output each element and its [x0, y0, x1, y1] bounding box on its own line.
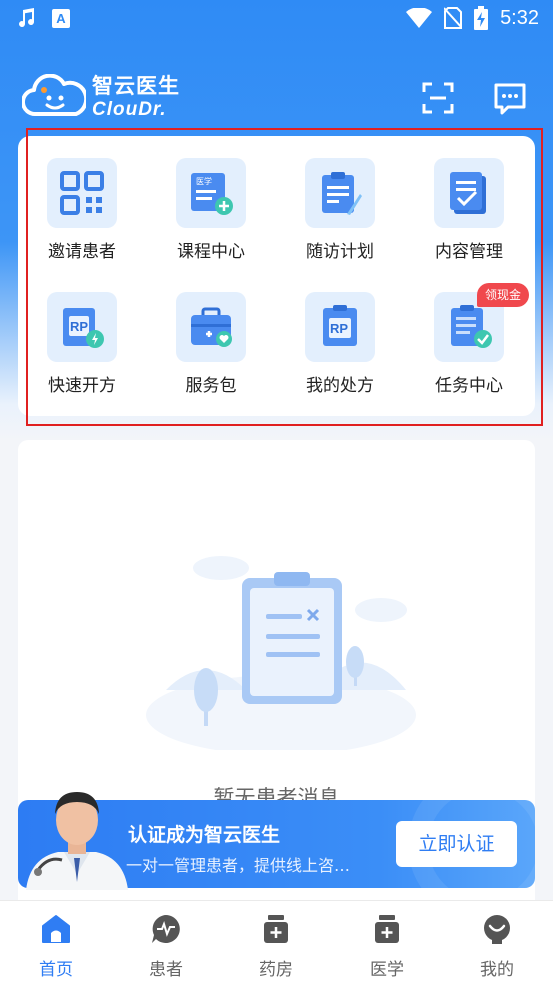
tab-home[interactable]: 首页: [16, 913, 96, 980]
logo-chinese-name: 智云医生: [92, 73, 180, 98]
content-management-item[interactable]: 内容管理: [414, 158, 524, 262]
music-note-icon: [19, 8, 35, 28]
svg-text:RP: RP: [330, 321, 348, 336]
patient-chat-icon: [152, 915, 180, 943]
course-center-item[interactable]: 医学 课程中心: [156, 158, 266, 262]
tab-medical-label: 医学: [370, 960, 404, 980]
my-prescription-item[interactable]: RP 我的处方: [285, 292, 395, 396]
tab-pharmacy[interactable]: 药房: [236, 913, 316, 980]
service-package-item[interactable]: 服务包: [156, 292, 266, 396]
tab-patients-label: 患者: [149, 960, 183, 980]
wifi-icon: [406, 8, 433, 28]
app-logo: 智云医生 ClouDr.: [22, 74, 180, 120]
course-center-label: 课程中心: [177, 242, 245, 262]
task-list-icon: [451, 305, 492, 348]
tab-home-label: 首页: [39, 960, 73, 980]
rx-fast-icon: RP: [63, 308, 104, 348]
tab-profile-label: 我的: [480, 960, 514, 980]
tab-patients[interactable]: 患者: [126, 913, 206, 980]
doctor-avatar: [26, 792, 128, 890]
tab-profile[interactable]: 我的: [457, 913, 537, 980]
profile-icon: [484, 915, 510, 944]
empty-clipboard-illustration: [146, 556, 416, 750]
course-icon-text: 医学: [196, 176, 212, 186]
scan-icon: [422, 82, 454, 114]
logo-english-name: ClouDr.: [92, 98, 167, 120]
battery-charging-icon: [474, 6, 489, 30]
clipboard-pen-icon: [322, 172, 362, 215]
status-bar: A 5:32: [0, 0, 553, 40]
quick-actions-card: 邀请患者 医学 课程中心 随访计划 内容管理 RP 快速开方 服务包 RP 我的…: [18, 136, 535, 416]
service-package-label: 服务包: [185, 376, 237, 396]
rx-icon: RP: [323, 305, 357, 346]
quick-prescribe-item[interactable]: RP 快速开方: [27, 292, 137, 396]
quick-prescribe-label: 快速开方: [48, 376, 116, 396]
task-center-item[interactable]: 任务中心: [414, 292, 524, 396]
app-header: 智云医生 ClouDr.: [0, 70, 553, 130]
medical-kit-tab-icon: [375, 915, 399, 943]
no-sim-icon: [444, 7, 463, 29]
invite-patient-item[interactable]: 邀请患者: [27, 158, 137, 262]
chat-bubble-icon: [494, 83, 526, 115]
course-icon: 医学: [191, 173, 233, 215]
certification-title: 认证成为智云医生: [128, 824, 281, 846]
home-icon: [42, 915, 70, 943]
message-button[interactable]: [492, 80, 528, 116]
cash-reward-badge: 领现金: [477, 283, 530, 307]
app-notification-icon: A: [52, 8, 70, 28]
tab-medical[interactable]: 医学: [347, 913, 427, 980]
scan-button[interactable]: [420, 80, 456, 116]
cloud-logo-icon: [22, 74, 86, 117]
svg-text:RP: RP: [70, 319, 88, 334]
certification-subtitle: 一对一管理患者，提供线上咨…: [126, 856, 351, 875]
status-time: 5:32: [500, 6, 539, 29]
follow-up-plan-item[interactable]: 随访计划: [285, 158, 395, 262]
tab-pharmacy-label: 药房: [259, 960, 293, 980]
pharmacy-bottle-icon: [264, 915, 288, 943]
task-center-label: 任务中心: [435, 376, 503, 396]
bottom-tab-bar: 首页 患者 药房 医学 我的: [0, 900, 553, 983]
content-management-label: 内容管理: [435, 242, 503, 262]
certify-now-button[interactable]: 立即认证: [396, 821, 517, 867]
medical-kit-icon: [191, 307, 232, 347]
invite-patient-label: 邀请患者: [48, 242, 116, 262]
my-prescription-label: 我的处方: [306, 376, 374, 396]
document-check-icon: [450, 172, 486, 214]
follow-up-plan-label: 随访计划: [306, 242, 374, 262]
qr-code-icon: [60, 171, 104, 215]
